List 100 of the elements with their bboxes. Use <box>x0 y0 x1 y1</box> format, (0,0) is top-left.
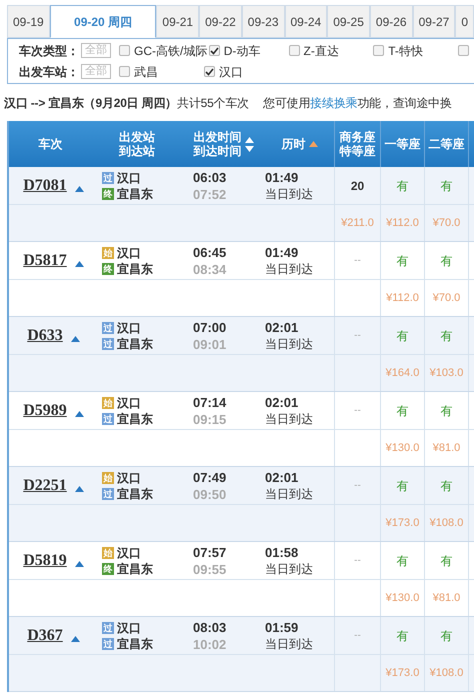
date-tab[interactable]: 09-22 <box>199 5 242 38</box>
seat-availability: 有 <box>440 252 452 270</box>
sort-up-icon[interactable] <box>70 636 80 642</box>
checkbox-label[interactable]: Z-直达 <box>304 42 339 60</box>
arrival-day: 当日到达 <box>265 186 334 202</box>
arrival-day: 当日到达 <box>265 410 334 428</box>
train-number-link[interactable]: D2251 <box>23 474 67 498</box>
station-type-badge: 始 <box>102 472 114 484</box>
ticket-price: ¥211.0 <box>341 216 374 231</box>
seat-availability: 有 <box>396 178 408 194</box>
station-type-badge: 终 <box>102 562 114 574</box>
column-header[interactable]: 一等座 <box>384 137 420 151</box>
station-type-badge: 始 <box>102 396 114 408</box>
station-type-badge: 过 <box>102 338 114 350</box>
date-tab[interactable]: 09-24 <box>284 5 328 38</box>
checkbox[interactable] <box>208 45 220 56</box>
departure-time: 06:03 <box>193 168 228 186</box>
arrival-station: 宜昌东 <box>117 186 153 202</box>
train-number-link[interactable]: D5989 <box>23 398 67 422</box>
departure-station: 汉口 <box>117 620 141 636</box>
arrival-day: 当日到达 <box>265 336 334 352</box>
checkbox-label[interactable]: 汉口 <box>219 62 243 80</box>
ticket-price: ¥108.0 <box>430 666 464 681</box>
train-number-link[interactable]: D367 <box>27 624 63 648</box>
ticket-price: ¥70.0 <box>432 216 460 231</box>
station-type-badge: 始 <box>102 246 114 258</box>
departure-station: 汉口 <box>117 544 141 560</box>
departure-time: 07:00 <box>193 318 228 336</box>
ticket-price: ¥164.0 <box>386 366 420 381</box>
train-number-link[interactable]: D633 <box>27 324 63 348</box>
ticket-price: ¥81.0 <box>432 440 460 456</box>
departure-time: 08:03 <box>193 618 228 636</box>
seat-availability: 有 <box>440 402 452 420</box>
arrival-day: 当日到达 <box>265 486 334 502</box>
seat-availability: 有 <box>440 178 452 194</box>
arrival-time: 07:52 <box>193 186 228 202</box>
sort-up-icon[interactable] <box>74 260 84 266</box>
checkbox-label[interactable]: GC-高铁/城际 <box>134 42 208 60</box>
ticket-price: ¥108.0 <box>430 516 464 531</box>
departure-station: 汉口 <box>117 470 141 486</box>
date-tab[interactable]: 09-23 <box>242 5 284 38</box>
arrival-time: 09:15 <box>193 410 228 428</box>
column-header[interactable]: 出发时间 到达时间 <box>194 130 242 158</box>
column-header[interactable]: 商务座 特等座 <box>340 130 376 158</box>
duration: 01:58 <box>265 544 300 560</box>
station-type-badge: 终 <box>102 262 114 274</box>
date-tab[interactable]: 09-21 <box>156 5 200 38</box>
checkbox[interactable] <box>458 45 469 56</box>
date-tab[interactable]: 09-25 <box>327 5 370 38</box>
checkbox[interactable] <box>119 66 130 77</box>
date-tab[interactable]: 09-27 <box>412 5 456 38</box>
seat-availability: 有 <box>396 252 408 270</box>
date-tab[interactable]: 09-19 <box>7 5 50 38</box>
ticket-price: ¥130.0 <box>386 440 420 456</box>
column-header[interactable]: 历时 <box>282 137 306 151</box>
seat-availability: -- <box>354 554 361 568</box>
sort-up-icon[interactable] <box>74 486 84 492</box>
seat-availability: -- <box>354 254 361 268</box>
sort-up-icon[interactable] <box>74 410 84 416</box>
station-type-badge: 过 <box>102 322 114 334</box>
checkbox-label[interactable]: T-特快 <box>388 42 423 60</box>
sort-up-icon[interactable] <box>244 136 254 142</box>
date-tab[interactable]: 09-26 <box>370 5 413 38</box>
arrival-time: 09:50 <box>193 486 228 502</box>
departure-time: 07:57 <box>193 544 228 560</box>
train-number-link[interactable]: D5819 <box>23 548 67 572</box>
arrival-station: 宜昌东 <box>117 410 153 426</box>
duration: 02:01 <box>265 468 300 486</box>
station-type-badge: 过 <box>102 622 114 634</box>
seat-availability: 有 <box>440 478 452 494</box>
arrival-station: 宜昌东 <box>117 486 153 502</box>
date-tab[interactable]: 0 <box>455 5 474 38</box>
seat-availability: 20 <box>350 178 364 194</box>
ticket-price: ¥81.0 <box>432 590 460 606</box>
checkbox-label[interactable]: 武昌 <box>134 62 158 80</box>
departure-station: 汉口 <box>117 170 141 186</box>
column-header[interactable]: 出发站 到达站 <box>119 130 155 158</box>
seat-availability: 有 <box>440 328 452 344</box>
sort-up-icon[interactable] <box>74 186 84 192</box>
sort-up-icon[interactable] <box>70 336 80 342</box>
station-type-badge: 过 <box>102 488 114 500</box>
checkbox[interactable] <box>373 45 384 56</box>
checkbox[interactable] <box>119 45 130 56</box>
departure-time: 06:45 <box>193 244 228 260</box>
seat-availability: 有 <box>396 478 408 494</box>
train-number-link[interactable]: D7081 <box>23 174 67 198</box>
sort-up-icon[interactable] <box>74 560 84 566</box>
checkbox-label[interactable]: D-动车 <box>224 42 260 60</box>
sort-down-icon[interactable] <box>244 146 254 152</box>
ticket-price: ¥173.0 <box>386 666 420 681</box>
transfer-link[interactable]: 接续换乘 <box>310 94 358 112</box>
date-tab[interactable]: 09-20 周四 <box>50 5 156 38</box>
hint-text: 功能，查询途中换 <box>357 94 452 112</box>
checkbox[interactable] <box>288 45 300 56</box>
arrival-time: 08:34 <box>193 260 228 278</box>
column-header[interactable]: 二等座 <box>428 137 464 151</box>
train-number-link[interactable]: D5817 <box>23 248 67 272</box>
column-header[interactable]: 车次 <box>38 137 62 151</box>
hint-text: 您可使用 <box>262 94 310 112</box>
checkbox[interactable] <box>204 66 215 77</box>
